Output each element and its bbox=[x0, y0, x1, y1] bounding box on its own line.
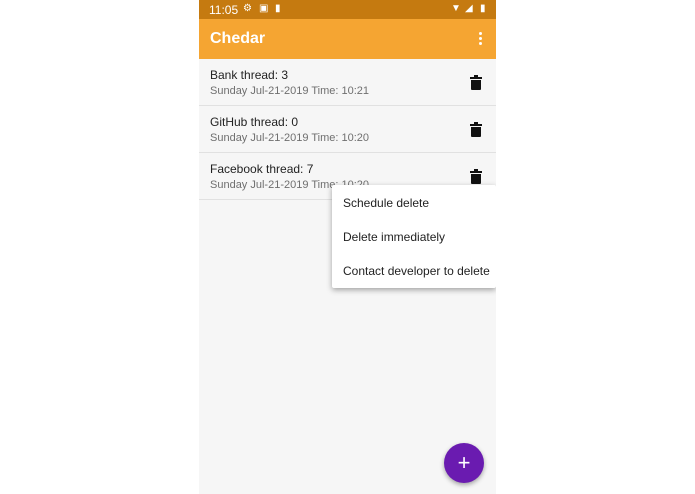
status-bar: 11:05 ⚙ ▣ ▮ ▼ ◢ ▮ bbox=[199, 0, 496, 19]
plus-icon: + bbox=[457, 450, 471, 475]
add-thread-button[interactable]: + bbox=[444, 443, 484, 483]
thread-row[interactable]: Bank thread: 3 Sunday Jul-21-2019 Time: … bbox=[199, 59, 496, 106]
battery-icon: ▮ bbox=[480, 3, 486, 14]
thread-date: Sunday Jul-21-2019 Time: 10:21 bbox=[210, 85, 369, 97]
thread-name: Bank thread: 3 bbox=[210, 68, 289, 82]
sd-card-icon: ▮ bbox=[275, 3, 281, 14]
settings-icon: ⚙ bbox=[243, 3, 252, 14]
menu-item-schedule-delete[interactable]: Schedule delete bbox=[343, 193, 493, 213]
thread-list: Bank thread: 3 Sunday Jul-21-2019 Time: … bbox=[199, 59, 496, 200]
app-bar: Chedar bbox=[199, 19, 496, 59]
app-title: Chedar bbox=[210, 30, 266, 47]
status-time: 11:05 bbox=[209, 3, 239, 17]
wifi-icon: ▼ bbox=[451, 3, 461, 14]
menu-item-delete-immediately[interactable]: Delete immediately bbox=[343, 227, 493, 247]
thread-name: GitHub thread: 0 bbox=[210, 115, 299, 129]
phone-screen: 11:05 ⚙ ▣ ▮ ▼ ◢ ▮ Chedar Bank thread: 3 … bbox=[199, 0, 496, 494]
delete-options-menu: Schedule delete Delete immediately Conta… bbox=[332, 185, 496, 288]
thread-name: Facebook thread: 7 bbox=[210, 162, 314, 176]
trash-icon[interactable] bbox=[470, 75, 482, 90]
trash-icon[interactable] bbox=[470, 169, 482, 184]
thread-date: Sunday Jul-21-2019 Time: 10:20 bbox=[210, 132, 369, 144]
trash-icon[interactable] bbox=[470, 122, 482, 137]
thread-row[interactable]: GitHub thread: 0 Sunday Jul-21-2019 Time… bbox=[199, 106, 496, 153]
menu-item-contact-developer[interactable]: Contact developer to delete bbox=[343, 261, 493, 281]
android-icon: ▣ bbox=[259, 3, 269, 14]
signal-icon: ◢ bbox=[465, 3, 473, 14]
overflow-menu-icon[interactable] bbox=[474, 29, 488, 49]
